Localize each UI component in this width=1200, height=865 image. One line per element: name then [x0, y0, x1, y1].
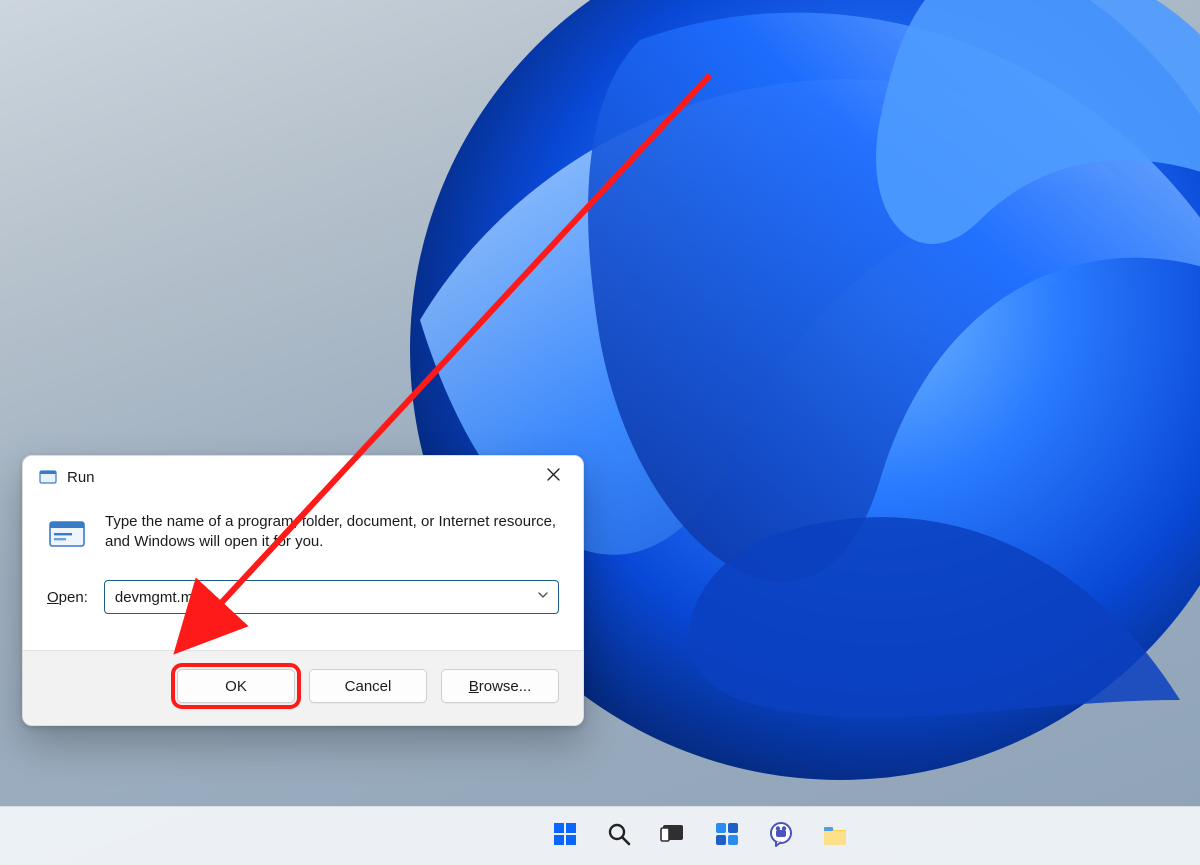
widgets-button[interactable] — [704, 813, 750, 859]
cancel-button[interactable]: Cancel — [309, 669, 427, 703]
widgets-icon — [713, 820, 741, 853]
browse-button[interactable]: Browse... — [441, 669, 559, 703]
run-dialog-title: Run — [67, 469, 95, 486]
run-dialog-titlebar[interactable]: Run — [23, 456, 583, 498]
open-combobox[interactable] — [104, 580, 559, 614]
file-explorer-icon — [821, 820, 849, 853]
open-input[interactable] — [104, 580, 559, 614]
chat-button[interactable] — [758, 813, 804, 859]
close-button[interactable] — [535, 463, 571, 491]
file-explorer-button[interactable] — [812, 813, 858, 859]
task-view-icon — [659, 820, 687, 853]
run-dialog-description: Type the name of a program, folder, docu… — [105, 512, 559, 553]
run-app-icon — [39, 468, 57, 486]
taskbar[interactable] — [0, 806, 1200, 865]
close-icon — [547, 468, 560, 486]
start-button[interactable] — [542, 813, 588, 859]
task-view-button[interactable] — [650, 813, 696, 859]
ok-button[interactable]: OK — [177, 669, 295, 703]
start-icon — [551, 820, 579, 853]
chat-icon — [767, 820, 795, 853]
run-dialog-icon — [47, 514, 87, 554]
run-dialog: Run Type the name of a program, folder, … — [22, 455, 584, 726]
wallpaper-bloom — [0, 0, 1200, 865]
desktop-wallpaper: Run Type the name of a program, folder, … — [0, 0, 1200, 865]
search-icon — [605, 820, 633, 853]
open-label: Open: — [47, 589, 88, 606]
run-dialog-button-row: OK Cancel Browse... — [23, 650, 583, 725]
search-button[interactable] — [596, 813, 642, 859]
